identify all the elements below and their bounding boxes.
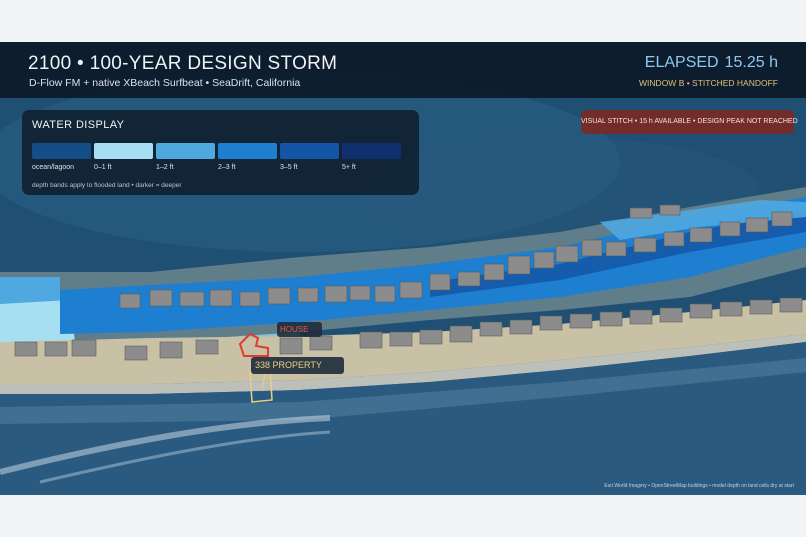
legend-note: depth bands apply to flooded land • dark…: [32, 182, 182, 189]
legend-swatch-1-2ft: [156, 143, 215, 159]
map-frame: 2100 • 100-YEAR DESIGN STORM D-Flow FM +…: [0, 42, 806, 495]
map-attribution: Esri World Imagery • OpenStreetMap build…: [604, 483, 794, 489]
legend-swatch-3-5ft: [280, 143, 339, 159]
elapsed-value: 15.25 h: [724, 54, 778, 71]
water-display-legend: WATER DISPLAY ocean/lagoon 0–1 ft 1–2 ft…: [22, 110, 419, 195]
house-label[interactable]: HOUSE: [277, 322, 322, 337]
visual-stitch-warning: VISUAL STITCH • 15 h AVAILABLE • DESIGN …: [581, 110, 798, 134]
legend-swatch-2-3ft: [218, 143, 277, 159]
page-subtitle: D-Flow FM + native XBeach Surfbeat • Sea…: [29, 77, 301, 89]
page-title: 2100 • 100-YEAR DESIGN STORM: [28, 53, 338, 74]
legend-label-1-2ft: 1–2 ft: [156, 164, 174, 171]
property-label[interactable]: 338 PROPERTY: [251, 357, 344, 374]
legend-swatch-0-1ft: [94, 143, 153, 159]
legend-title: WATER DISPLAY: [32, 119, 125, 131]
legend-label-3-5ft: 3–5 ft: [280, 164, 298, 171]
header-bar: 2100 • 100-YEAR DESIGN STORM D-Flow FM +…: [0, 42, 806, 98]
legend-swatch-5ft-plus: [342, 143, 401, 159]
legend-label-0-1ft: 0–1 ft: [94, 164, 112, 171]
legend-swatch-ocean-lagoon: [32, 143, 91, 159]
legend-label-2-3ft: 2–3 ft: [218, 164, 236, 171]
legend-label-ocean-lagoon: ocean/lagoon: [32, 164, 75, 171]
elapsed-readout: ELAPSED 15.25 h: [645, 54, 778, 72]
elapsed-label: ELAPSED: [644, 54, 719, 71]
window-label: WINDOW B • STITCHED HANDOFF: [639, 78, 778, 88]
flood-band-1-2ft: [0, 277, 60, 304]
legend-label-5ft-plus: 5+ ft: [342, 164, 356, 171]
